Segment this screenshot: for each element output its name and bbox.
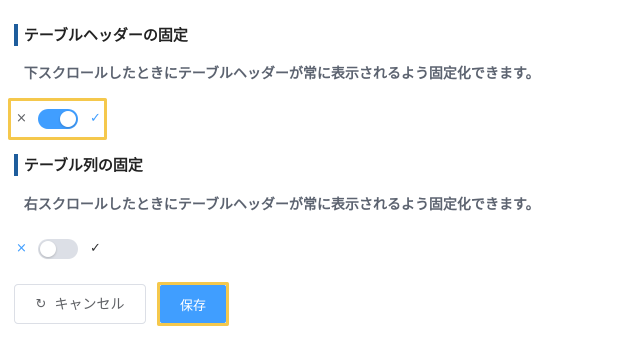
save-button-highlight: 保存 bbox=[157, 282, 229, 326]
toggle-row-header-fix: × ✓ bbox=[8, 98, 107, 140]
refresh-icon: ↻ bbox=[35, 296, 47, 312]
toggle-knob bbox=[60, 111, 76, 127]
cancel-button-label: キャンセル bbox=[54, 297, 125, 313]
section-title-header-fix: テーブルヘッダーの固定 bbox=[14, 24, 188, 46]
toggle-knob bbox=[40, 241, 56, 257]
settings-page: テーブルヘッダーの固定 下スクロールしたときにテーブルヘッダーが常に表示されるよ… bbox=[0, 0, 623, 341]
close-icon: × bbox=[16, 111, 27, 126]
section-description-column-fix: 右スクロールしたときにテーブルヘッダーが常に表示されるよう固定化できます。 bbox=[24, 197, 540, 213]
cancel-button[interactable]: ↻ キャンセル bbox=[14, 284, 146, 324]
close-icon: × bbox=[16, 241, 27, 256]
toggle-row-column-fix: × ✓ bbox=[8, 228, 107, 270]
save-button[interactable]: 保存 bbox=[160, 285, 226, 323]
section-description-header-fix: 下スクロールしたときにテーブルヘッダーが常に表示されるよう固定化できます。 bbox=[24, 66, 540, 82]
check-icon: ✓ bbox=[90, 111, 101, 126]
column-fix-toggle[interactable] bbox=[38, 239, 78, 259]
save-button-label: 保存 bbox=[179, 298, 206, 314]
header-fix-toggle[interactable] bbox=[38, 109, 78, 129]
section-title-column-fix: テーブル列の固定 bbox=[14, 154, 143, 176]
check-icon: ✓ bbox=[90, 241, 101, 256]
